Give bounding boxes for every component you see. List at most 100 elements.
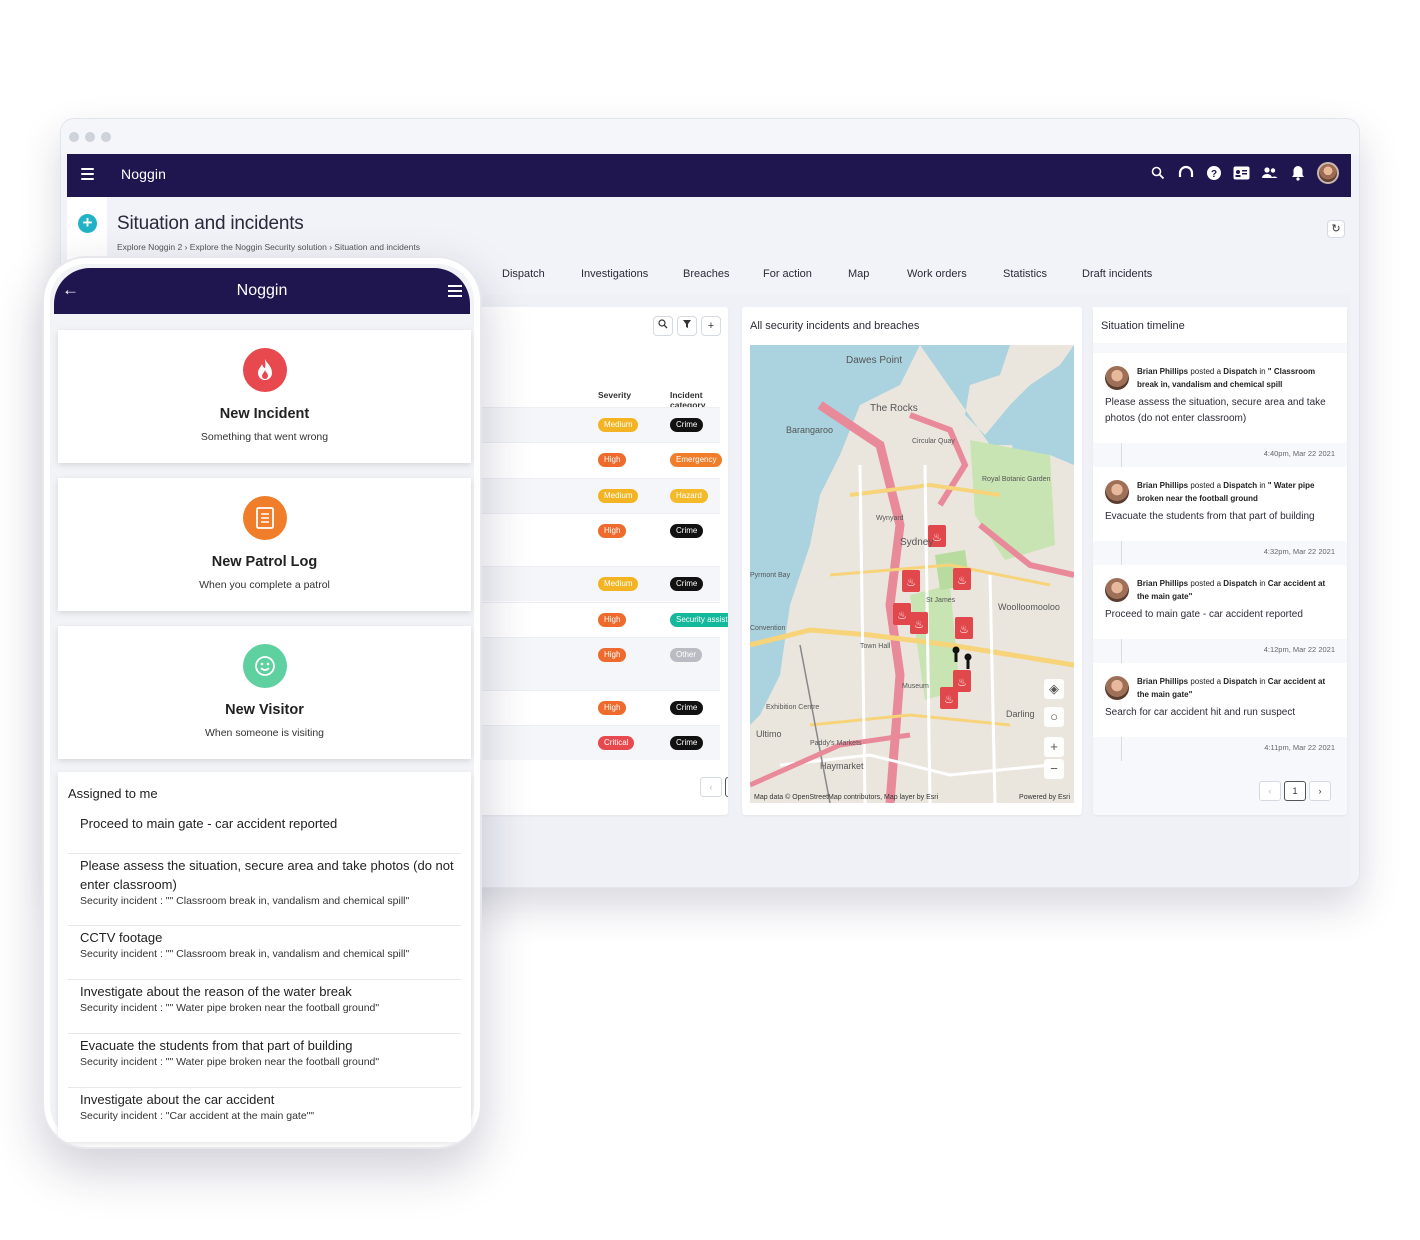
timeline-item-header: Brian Phillips posted a Dispatch in Car … — [1137, 577, 1337, 603]
post-type[interactable]: Dispatch — [1223, 481, 1257, 490]
tab-work-orders[interactable]: Work orders — [907, 268, 967, 280]
refresh-icon[interactable]: ↻ — [1327, 220, 1345, 238]
prep: in — [1259, 579, 1266, 588]
assigned-task-item[interactable]: Investigate about the car accident Securi… — [68, 1090, 461, 1142]
add-row-icon[interactable]: + — [701, 316, 721, 336]
tab-map[interactable]: Map — [848, 268, 869, 280]
map-label: Darling — [1006, 709, 1035, 719]
timeline-item[interactable]: Brian Phillips posted a Dispatch in Car … — [1093, 565, 1347, 639]
zoom-in-button[interactable]: + — [1044, 737, 1064, 757]
post-type[interactable]: Dispatch — [1223, 579, 1257, 588]
incident-map[interactable]: ♨ ♨ ♨ ♨ ♨ ♨ ♨ ♨ Dawes Point The Rocks Baranga… — [750, 345, 1074, 803]
severity-badge: Medium — [598, 577, 639, 591]
table-row[interactable]: l court"MediumCrime — [441, 407, 720, 442]
table-row[interactable]: cafeHighSecurity assistance — [441, 602, 728, 637]
timeline-item-body: Search for car accident hit and run susp… — [1105, 707, 1296, 718]
timeline-pagination: ‹ 1 › — [1259, 781, 1331, 801]
breadcrumb-item[interactable]: Explore the Noggin Security solution — [190, 242, 327, 252]
table-row[interactable]: Critical Crime — [441, 725, 720, 760]
help-icon[interactable]: ? — [1205, 165, 1222, 182]
category-badge: Crime — [670, 701, 704, 715]
card-subtitle: Something that went wrong — [200, 431, 329, 443]
map-panel: All security incidents and breaches ♨ ♨ … — [742, 307, 1082, 815]
category-badge: Security assistance — [670, 613, 728, 627]
headset-icon[interactable] — [1177, 165, 1194, 182]
hamburger-menu-icon[interactable] — [81, 168, 94, 180]
severity-badge: Medium — [598, 418, 639, 432]
tab-draft-incidents[interactable]: Draft incidents — [1082, 268, 1152, 280]
tab-dispatch[interactable]: Dispatch — [502, 268, 545, 280]
window-dot[interactable] — [101, 132, 111, 142]
table-search-icon[interactable] — [653, 316, 673, 336]
next-page-button[interactable]: › — [1309, 781, 1331, 801]
add-fab-button[interactable]: + — [78, 214, 97, 233]
map-label: Dawes Point — [846, 355, 902, 366]
task-subtitle: Security incident : "" Classroom break i… — [80, 948, 410, 960]
assigned-task-item[interactable]: CCTV footage Security incident : "" Class… — [68, 928, 461, 980]
col-header-severity[interactable]: Severity — [598, 390, 631, 400]
new-patrol-log-card[interactable]: New Patrol Log When you complete a patro… — [58, 478, 471, 611]
table-row[interactable]: High Crime — [441, 690, 720, 725]
prep: in — [1259, 481, 1266, 490]
author-avatar — [1105, 480, 1129, 504]
table-row[interactable]: High Emergency — [441, 442, 723, 477]
new-visitor-card[interactable]: New Visitor When someone is visiting — [58, 626, 471, 759]
tab-breaches[interactable]: Breaches — [683, 268, 729, 280]
filter-icon[interactable] — [677, 316, 697, 336]
search-icon[interactable] — [1149, 165, 1166, 182]
author-name[interactable]: Brian Phillips — [1137, 677, 1188, 686]
table-row[interactable]: n andHighCrime — [441, 513, 720, 566]
user-avatar[interactable] — [1317, 162, 1339, 184]
page-number[interactable]: 1 — [1284, 781, 1306, 801]
window-dot[interactable] — [69, 132, 79, 142]
people-icon[interactable] — [1261, 165, 1278, 182]
timestamp: 4:40pm, Mar 22 2021 — [1263, 449, 1335, 458]
severity-badge: High — [598, 701, 627, 715]
window-dot[interactable] — [85, 132, 95, 142]
tab-for-action[interactable]: For action — [763, 268, 812, 280]
post-type[interactable]: Dispatch — [1223, 367, 1257, 376]
card-subtitle: When you complete a patrol — [199, 579, 330, 591]
new-incident-card[interactable]: New Incident Something that went wrong — [58, 330, 471, 463]
table-pagination: ‹ 1 › — [700, 777, 728, 797]
mobile-app-title: Noggin — [236, 282, 288, 299]
post-type[interactable]: Dispatch — [1223, 677, 1257, 686]
map-label: Barangaroo — [786, 425, 833, 435]
assigned-task-item[interactable]: Investigate about the reason of the wate… — [68, 982, 461, 1034]
timeline-item[interactable]: Brian Phillips posted a Dispatch in " Wa… — [1093, 467, 1347, 541]
timeline-item[interactable]: Brian Phillips posted a Dispatch in Car … — [1093, 663, 1347, 737]
assigned-task-item[interactable]: Proceed to main gate - car accident repo… — [68, 814, 461, 854]
svg-text:♨: ♨ — [957, 574, 967, 587]
breadcrumb-item[interactable]: Explore Noggin 2 — [117, 242, 182, 252]
prev-page-button[interactable]: ‹ — [700, 777, 722, 797]
task-subtitle: Security incident : "Car accident at the… — [80, 1110, 315, 1122]
contact-card-icon[interactable] — [1233, 165, 1250, 182]
locate-icon[interactable]: ○ — [1044, 707, 1064, 727]
page-number[interactable]: 1 — [725, 777, 728, 797]
assigned-task-item[interactable]: Please assess the situation, secure area… — [68, 856, 461, 926]
tab-investigations[interactable]: Investigations — [581, 268, 648, 280]
table-row[interactable]: otballHighOther — [441, 637, 720, 690]
table-row[interactable]: Medium Crime — [441, 566, 720, 601]
table-row[interactable]: reaMediumHazard — [441, 478, 720, 513]
card-title: New Visitor — [225, 702, 304, 718]
zoom-out-button[interactable]: − — [1044, 759, 1064, 779]
map-label: Royal Botanic Garden — [982, 476, 1051, 483]
author-name[interactable]: Brian Phillips — [1137, 367, 1188, 376]
assigned-task-item[interactable]: Evacuate the students from that part of … — [68, 1036, 461, 1088]
author-name[interactable]: Brian Phillips — [1137, 481, 1188, 490]
timeline-item[interactable]: Brian Phillips posted a Dispatch in " Cl… — [1093, 353, 1347, 443]
prev-page-button[interactable]: ‹ — [1259, 781, 1281, 801]
bell-icon[interactable] — [1289, 165, 1306, 182]
timeline-item-header: Brian Phillips posted a Dispatch in " Wa… — [1137, 479, 1337, 505]
svg-text:♨: ♨ — [914, 618, 924, 631]
task-title: Please assess the situation, secure area… — [80, 858, 454, 892]
author-name[interactable]: Brian Phillips — [1137, 579, 1188, 588]
tab-statistics[interactable]: Statistics — [1003, 268, 1047, 280]
app-brand[interactable]: Noggin — [121, 166, 166, 182]
severity-badge: High — [598, 648, 627, 662]
layers-icon[interactable]: ◈ — [1044, 679, 1064, 699]
mobile-menu-icon[interactable] — [448, 285, 462, 300]
timeline-connector — [1121, 443, 1122, 467]
breadcrumb-item[interactable]: Situation and incidents — [334, 242, 420, 252]
